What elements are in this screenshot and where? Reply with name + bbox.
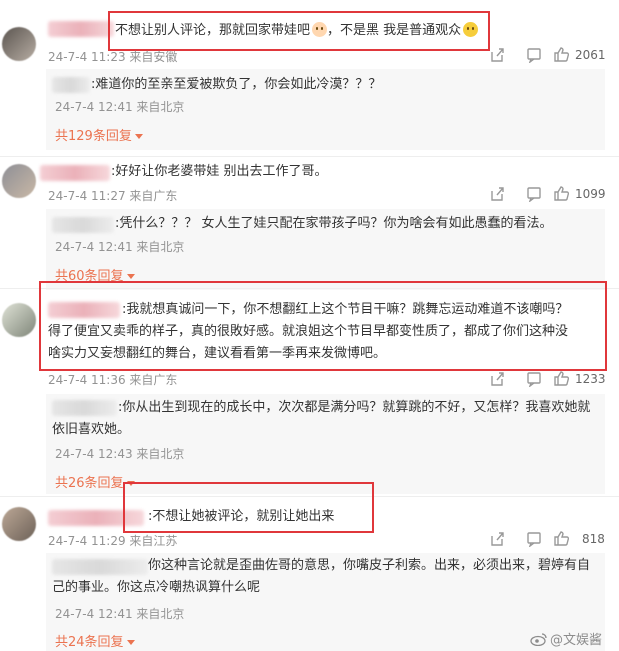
reply-meta: 24-7-4 12:41 来自北京 (55, 607, 185, 621)
weibo-logo-icon (530, 633, 547, 647)
avatar[interactable] (2, 164, 36, 198)
avatar[interactable] (2, 27, 36, 61)
comment-icon[interactable] (526, 47, 542, 63)
username-blurred[interactable] (40, 165, 110, 181)
more-replies-link[interactable]: 共129条回复 (55, 125, 143, 144)
comment-meta: 24-7-4 11:36 来自广东 (48, 373, 178, 387)
reply-text: 你这种言论就是歪曲佐哥的意思，你嘴皮子利索。出来，必须出来，碧婷有自己的事业。你… (52, 558, 591, 595)
comment-icon[interactable] (526, 371, 542, 387)
chevron-down-icon (126, 640, 135, 645)
share-icon[interactable] (489, 186, 505, 202)
comment-meta: 24-7-4 11:27 来自广东 (48, 189, 178, 203)
username-blurred[interactable] (48, 21, 114, 37)
reply-username-blurred[interactable] (52, 217, 114, 233)
reply-meta: 24-7-4 12:41 来自北京 (55, 240, 185, 254)
comment-icon[interactable] (526, 531, 542, 547)
reply-text: :凭什么？？？ 女人生了娃只配在家带孩子吗？你为啥会有如此愚蠢的看法。 (115, 216, 553, 231)
share-icon[interactable] (489, 47, 505, 63)
like-count: 2061 (575, 48, 606, 62)
like-count: 818 (582, 532, 605, 546)
like-count: 1099 (575, 187, 606, 201)
highlight-box (39, 281, 607, 371)
watermark: @文娱酱 (530, 629, 602, 648)
reply-username-blurred[interactable] (52, 77, 90, 93)
like-count: 1233 (575, 372, 606, 386)
highlight-box (123, 482, 374, 533)
share-icon[interactable] (489, 371, 505, 387)
comment-icon[interactable] (526, 186, 542, 202)
comment-meta: 24-7-4 11:23 来自安徽 (48, 50, 178, 64)
chevron-down-icon (126, 274, 135, 279)
reply-meta: 24-7-4 12:43 来自北京 (55, 447, 185, 461)
like-icon[interactable] (553, 530, 570, 547)
like-icon[interactable] (553, 46, 570, 63)
avatar[interactable] (2, 507, 36, 541)
reply-text: :难道你的至亲至爱被欺负了，你会如此冷漠？？？ (91, 77, 382, 92)
chevron-down-icon (134, 134, 143, 139)
like-icon[interactable] (553, 185, 570, 202)
reply-text: :你从出生到现在的成长中，次次都是满分吗？就算跳的不好，又怎样？我喜欢她就依旧喜… (52, 400, 591, 437)
comment-meta: 24-7-4 11:29 来自江苏 (48, 534, 178, 548)
share-icon[interactable] (489, 531, 505, 547)
comment-text: :好好让你老婆带娃 别出去工作了哥。 (111, 164, 328, 179)
like-icon[interactable] (553, 370, 570, 387)
reply-meta: 24-7-4 12:41 来自北京 (55, 100, 185, 114)
highlight-box (108, 11, 490, 51)
divider (0, 156, 619, 157)
more-replies-link[interactable]: 共24条回复 (55, 631, 135, 650)
avatar[interactable] (2, 303, 36, 337)
